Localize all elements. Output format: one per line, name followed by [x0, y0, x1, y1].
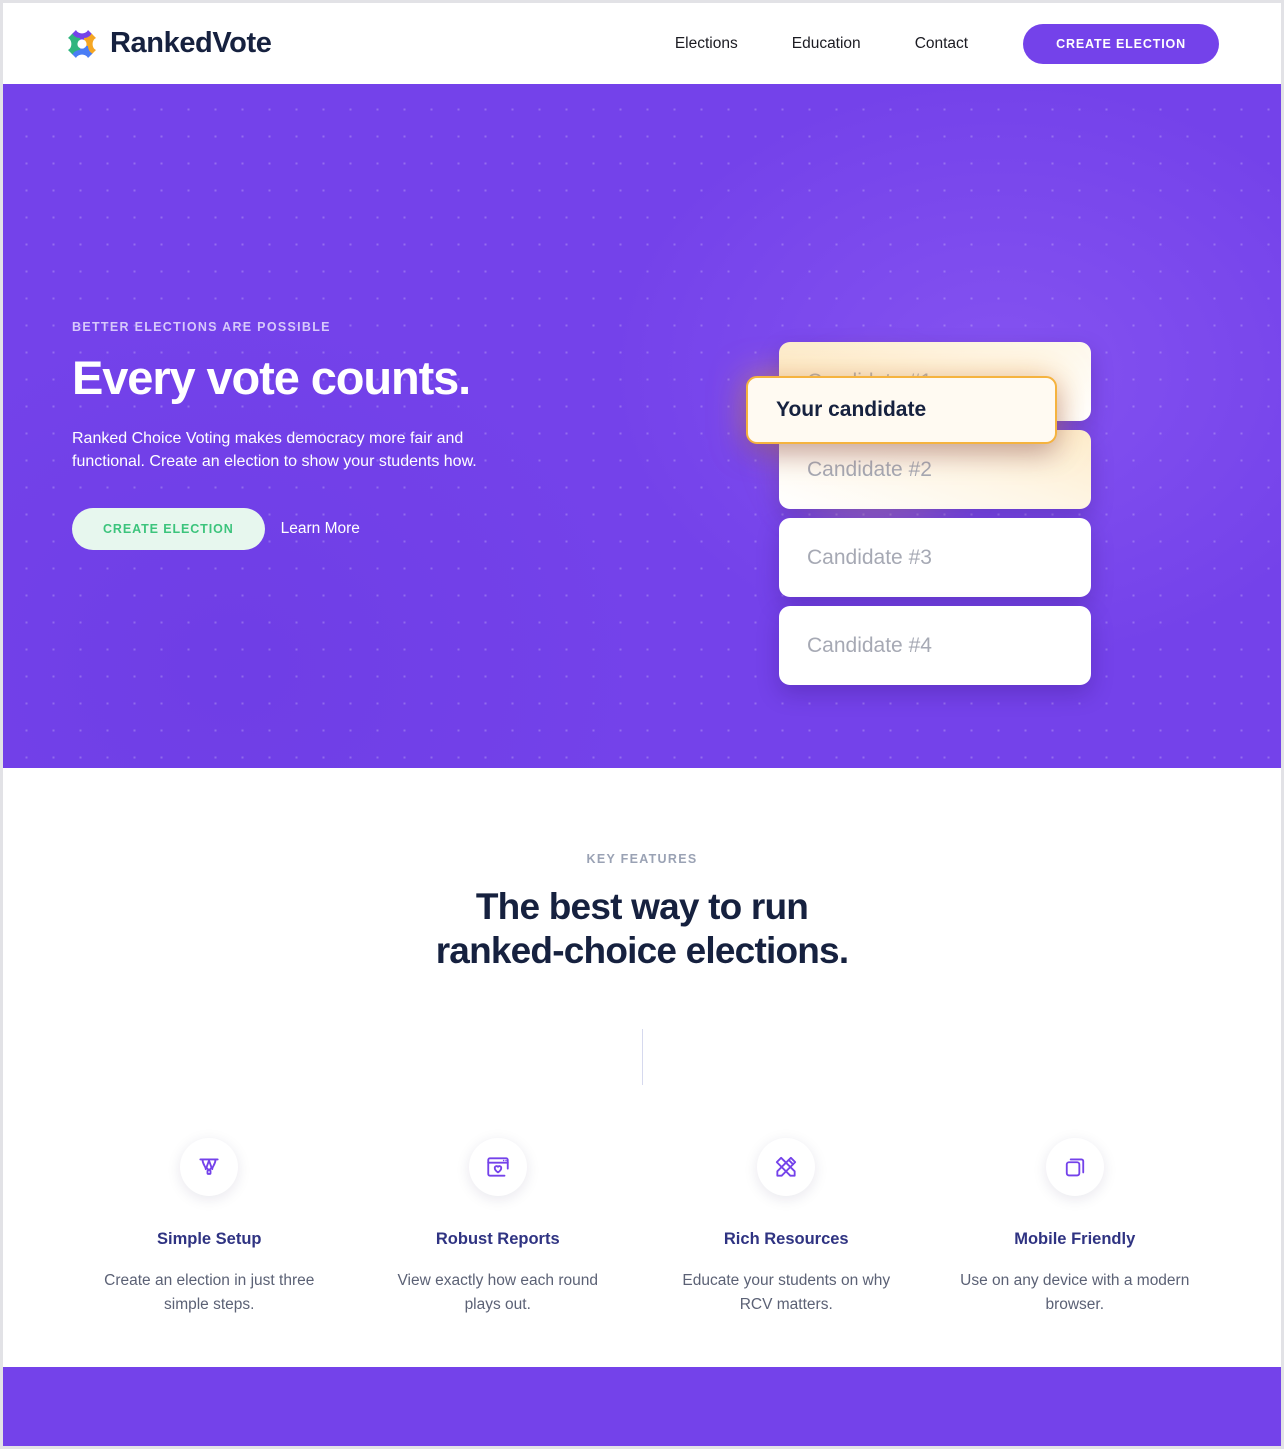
features-kicker: KEY FEATURES: [586, 852, 698, 866]
brand-name: RankedVote: [110, 27, 272, 59]
main-nav: Elections Education Contact CREATE ELECT…: [648, 23, 1219, 64]
footer-band: [3, 1367, 1281, 1446]
hero-subtitle: Ranked Choice Voting makes democracy mor…: [72, 429, 477, 471]
header-create-election-button[interactable]: CREATE ELECTION: [1023, 23, 1219, 64]
feature-title: Mobile Friendly: [1014, 1230, 1136, 1249]
feature-robust-reports: Robust Reports View exactly how each rou…: [354, 1138, 643, 1317]
rankedvote-logo-icon: [65, 27, 99, 61]
features-title-line-2: ranked-choice elections.: [435, 929, 849, 971]
feature-title: Robust Reports: [435, 1230, 560, 1249]
feature-description: Educate your students on why RCV matters…: [682, 1272, 891, 1314]
feature-rich-resources: Rich Resources Educate your students on …: [642, 1138, 931, 1317]
brand-logo[interactable]: RankedVote: [65, 27, 272, 61]
your-candidate-card[interactable]: Your candidate: [746, 376, 1057, 444]
feature-mobile-friendly: Mobile Friendly Use on any device with a…: [931, 1138, 1220, 1317]
feature-grid: Simple Setup Create an election in just …: [3, 1138, 1281, 1317]
hero-create-election-button[interactable]: CREATE ELECTION: [72, 507, 265, 550]
copy-layers-icon: [1045, 1138, 1104, 1197]
feature-title: Simple Setup: [156, 1230, 262, 1249]
candidate-card-3[interactable]: Candidate #3: [779, 518, 1091, 597]
feature-description: Use on any device with a modern browser.: [960, 1272, 1190, 1314]
nav-item-education[interactable]: Education: [765, 35, 888, 53]
pencil-ruler-icon: [757, 1138, 816, 1197]
site-header: RankedVote Elections Education Contact C…: [3, 3, 1281, 84]
features-title: The best way to run ranked-choice electi…: [3, 885, 1281, 972]
ballot-card-stack: Candidate #1 Candidate #2 Candidate #3 C…: [709, 256, 1091, 686]
feature-description: Create an election in just three simple …: [104, 1272, 315, 1314]
hero-section: BETTER ELECTIONS ARE POSSIBLE Every vote…: [3, 84, 1281, 768]
feature-description: View exactly how each round plays out.: [397, 1272, 598, 1314]
nav-item-contact[interactable]: Contact: [888, 35, 995, 53]
browser-heart-icon: [468, 1138, 527, 1197]
hero-eyebrow: BETTER ELECTIONS ARE POSSIBLE: [72, 320, 331, 334]
pen-tool-icon: [180, 1138, 239, 1197]
nav-item-elections[interactable]: Elections: [648, 35, 765, 53]
candidate-card-4[interactable]: Candidate #4: [779, 606, 1091, 685]
hero-learn-more-link[interactable]: Learn More: [281, 520, 360, 538]
feature-title: Rich Resources: [723, 1230, 849, 1249]
features-section: KEY FEATURES The best way to run ranked-…: [3, 768, 1281, 1369]
features-title-line-1: The best way to run: [475, 886, 809, 927]
hero-actions: CREATE ELECTION Learn More: [72, 507, 592, 550]
feature-simple-setup: Simple Setup Create an election in just …: [65, 1138, 354, 1317]
section-divider: [641, 1029, 643, 1086]
page-root: RankedVote Elections Education Contact C…: [3, 3, 1281, 1446]
hero-copy: BETTER ELECTIONS ARE POSSIBLE Every vote…: [72, 320, 592, 550]
hero-title: Every vote counts.: [72, 351, 471, 404]
